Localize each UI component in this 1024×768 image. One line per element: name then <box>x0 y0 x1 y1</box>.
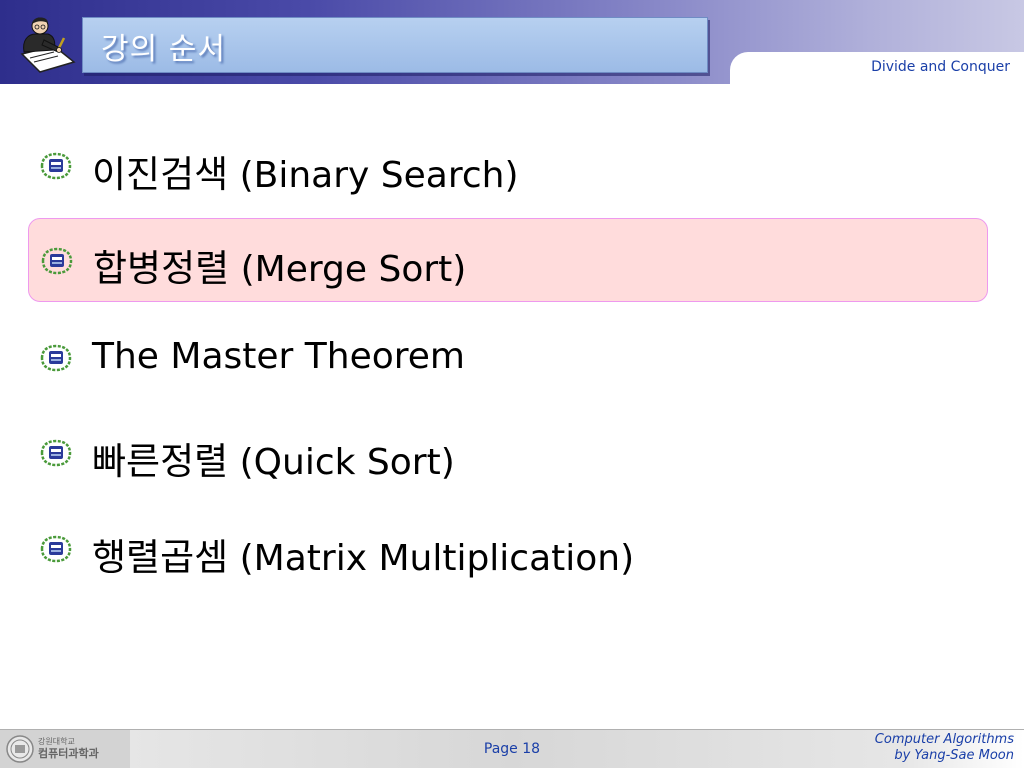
university-emblem-icon <box>38 535 74 563</box>
slide-subtitle: Divide and Conquer <box>871 59 1010 75</box>
agenda-item-korean: 빠른정렬 <box>92 440 229 483</box>
course-name: Computer Algorithms <box>874 732 1014 747</box>
agenda-item-korean: 합병정렬 <box>93 247 230 290</box>
agenda-item-text: 합병정렬 (Merge Sort) <box>93 238 466 292</box>
author-name: by Yang-Sae Moon <box>894 748 1014 763</box>
title-bar: 강의 순서 <box>82 17 708 73</box>
university-emblem-icon <box>38 344 74 372</box>
agenda-item-text: The Master Theorem <box>92 336 465 377</box>
agenda-item-merge-sort: 합병정렬 (Merge Sort) <box>28 218 988 302</box>
agenda-item-english: (Matrix Multiplication) <box>239 538 635 579</box>
agenda-item-text: 이진검색 (Binary Search) <box>92 144 519 198</box>
page-number: Page 18 <box>483 741 541 757</box>
agenda-item-english: The Master Theorem <box>92 336 465 377</box>
agenda-item-korean: 행렬곱셈 <box>92 536 229 579</box>
agenda-item-english: (Quick Sort) <box>239 442 455 483</box>
agenda-item-english: (Binary Search) <box>239 155 519 196</box>
footer: 강원대학교 컴퓨터과학과 Page 18 Computer Algorithms… <box>0 730 1024 768</box>
page-title: 강의 순서 <box>101 32 226 67</box>
agenda-item-matrix-multiplication: 행렬곱셈 (Matrix Multiplication) <box>28 507 988 591</box>
university-emblem-icon <box>39 247 75 275</box>
agenda-item-binary-search: 이진검색 (Binary Search) <box>28 124 988 208</box>
footer-credit: Computer Algorithms by Yang-Sae Moon <box>875 732 1014 764</box>
university-emblem-icon <box>38 152 74 180</box>
agenda-item-text: 행렬곱셈 (Matrix Multiplication) <box>92 527 634 581</box>
agenda-item-english: (Merge Sort) <box>240 249 467 290</box>
agenda-item-quick-sort: 빠른정렬 (Quick Sort) <box>28 411 988 495</box>
agenda-item-text: 빠른정렬 (Quick Sort) <box>92 431 455 485</box>
agenda-item-korean: 이진검색 <box>92 153 229 196</box>
professor-writing-icon <box>14 10 78 74</box>
university-emblem-icon <box>38 439 74 467</box>
agenda-item-master-theorem: The Master Theorem <box>28 316 988 400</box>
